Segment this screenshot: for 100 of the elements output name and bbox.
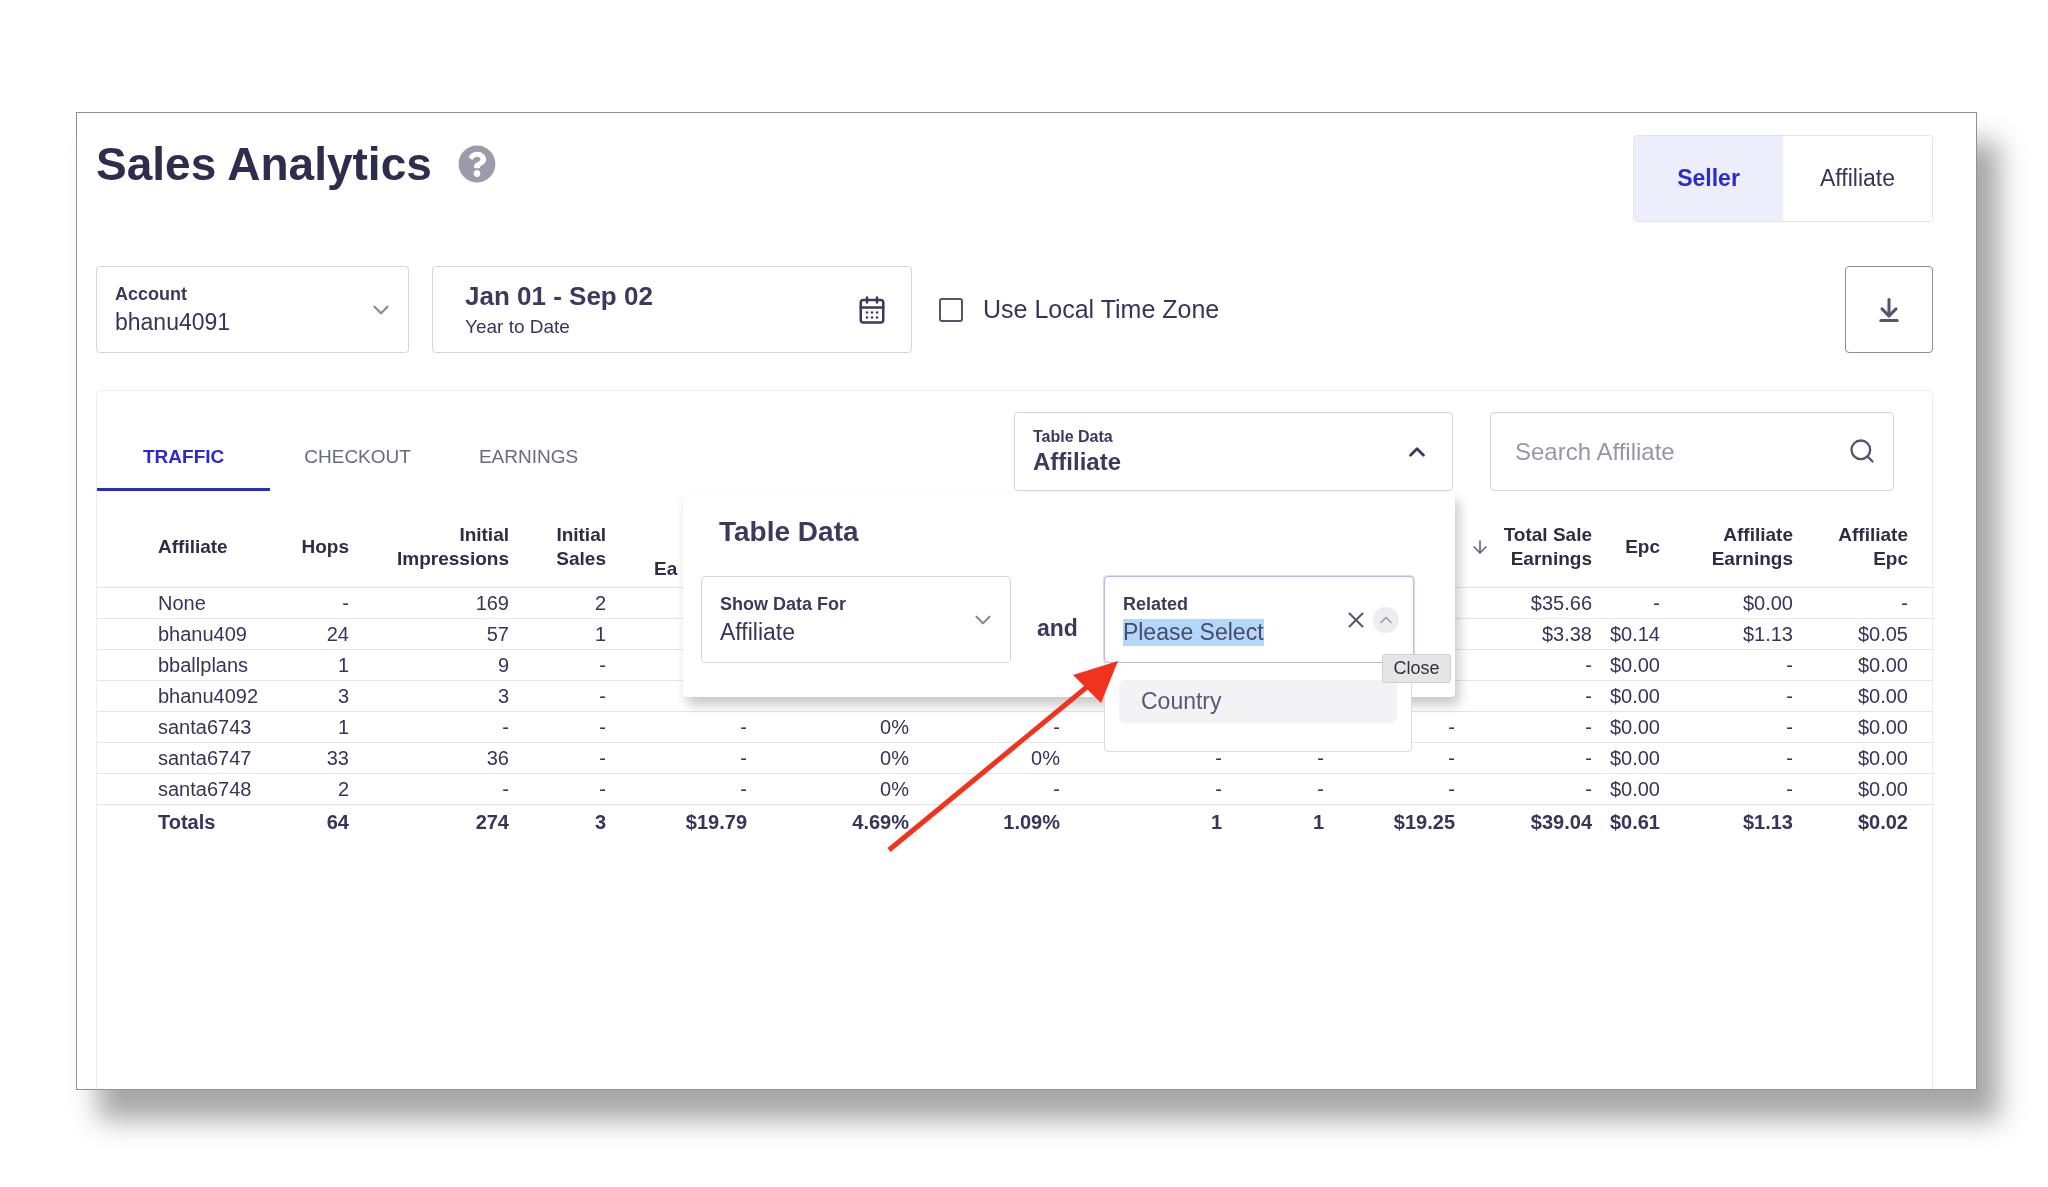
column-header[interactable]: Affiliate Earnings — [1711, 523, 1793, 571]
page-title: Sales Analytics — [96, 137, 432, 191]
column-header[interactable]: Affiliate Epc — [1838, 523, 1908, 571]
table-cell: - — [599, 746, 606, 769]
totals-cell: 4.69% — [852, 810, 909, 833]
account-select[interactable]: Account bhanu4091 — [96, 266, 409, 353]
table-cell: - — [1786, 715, 1793, 738]
table-cell: - — [1053, 715, 1060, 738]
table-cell: - — [1585, 777, 1592, 800]
view-toggle-button[interactable]: Seller — [1634, 136, 1783, 221]
checkbox-label: Use Local Time Zone — [983, 295, 1220, 324]
table-cell: bhanu4092 — [158, 684, 259, 707]
table-cell: 3 — [337, 684, 349, 707]
table-cell: - — [599, 653, 606, 676]
date-range-value: Jan 01 - Sep 02 — [465, 281, 653, 312]
table-cell: santa6747 — [158, 746, 252, 769]
table-cell: 33 — [326, 746, 349, 769]
search-icon — [1848, 437, 1876, 465]
column-header[interactable]: Hops — [301, 535, 349, 559]
table-cell: - — [1786, 777, 1793, 800]
table-cell: $0.05 — [1857, 622, 1908, 645]
tooltip: Close — [1382, 654, 1451, 683]
tab[interactable]: EARNINGS — [444, 412, 613, 491]
table-cell: - — [502, 777, 509, 800]
table-cell: - — [342, 591, 349, 614]
table-cell: 169 — [475, 591, 509, 614]
table-cell: - — [740, 715, 747, 738]
tab[interactable]: CHECKOUT — [270, 412, 445, 491]
totals-cell: 1 — [1312, 810, 1324, 833]
popup-title: Table Data — [719, 516, 860, 548]
tab[interactable]: TRAFFIC — [97, 412, 271, 491]
menu-option[interactable]: Country — [1119, 680, 1397, 723]
table-cell: - — [1786, 746, 1793, 769]
table-cell: - — [1448, 777, 1455, 800]
table-cell: - — [1448, 715, 1455, 738]
column-header[interactable]: Epc — [1625, 535, 1660, 559]
table-cell: - — [1215, 746, 1222, 769]
table-cell: - — [599, 777, 606, 800]
table-cell: - — [1317, 777, 1324, 800]
column-header[interactable]: Initial Impressions — [397, 523, 509, 571]
table-cell: - — [502, 715, 509, 738]
date-range-subtitle: Year to Date — [465, 316, 571, 338]
help-icon[interactable] — [457, 145, 496, 183]
column-header[interactable]: Total Sale Earnings — [1503, 523, 1592, 571]
table-cell: santa6743 — [158, 715, 252, 738]
table-data-select[interactable]: Table Data Affiliate — [1014, 412, 1453, 491]
totals-cell: 64 — [326, 810, 349, 833]
table-cell: 0% — [880, 777, 909, 800]
table-cell: - — [599, 715, 606, 738]
totals-cell: 1.09% — [1003, 810, 1060, 833]
search-field[interactable]: Search Affiliate — [1490, 412, 1894, 491]
table-cell: 9 — [497, 653, 509, 676]
totals-cell: $0.02 — [1857, 810, 1908, 833]
download-button[interactable] — [1845, 266, 1933, 353]
table-cell: - — [1215, 777, 1222, 800]
table-cell: - — [1786, 684, 1793, 707]
table-cell: $0.00 — [1857, 653, 1908, 676]
table-cell: $1.13 — [1742, 622, 1793, 645]
column-header[interactable]: Affiliate — [158, 535, 228, 559]
show-data-for-value: Affiliate — [720, 618, 796, 646]
calendar-icon — [857, 294, 887, 325]
table-cell: 1 — [337, 715, 349, 738]
column-header[interactable]: Ea — [654, 557, 678, 581]
table-cell: 36 — [486, 746, 509, 769]
totals-cell: $0.61 — [1609, 810, 1660, 833]
table-cell: - — [1448, 746, 1455, 769]
table-cell: - — [1585, 715, 1592, 738]
table-cell: - — [740, 777, 747, 800]
show-data-for-label: Show Data For — [720, 593, 846, 615]
table-cell: - — [1585, 746, 1592, 769]
table-cell: 2 — [337, 777, 349, 800]
table-cell: $0.00 — [1857, 684, 1908, 707]
table-cell: $0.00 — [1609, 777, 1660, 800]
table-cell: santa6748 — [158, 777, 252, 800]
related-value: Please Select — [1122, 618, 1264, 646]
totals-cell: 274 — [475, 810, 509, 833]
table-cell: $0.00 — [1609, 653, 1660, 676]
date-range-picker[interactable]: Jan 01 - Sep 02 Year to Date — [432, 266, 912, 353]
table-cell: None — [158, 591, 206, 614]
table-data-value: Affiliate — [1033, 447, 1121, 476]
table-cell: 1 — [337, 653, 349, 676]
table-cell: $0.14 — [1609, 622, 1660, 645]
table-cell: $35.66 — [1530, 591, 1592, 614]
table-cell: 57 — [486, 622, 509, 645]
table-cell: 0% — [880, 746, 909, 769]
show-data-for-select[interactable]: Show Data For Affiliate — [701, 576, 1011, 663]
table-cell: $3.38 — [1541, 622, 1592, 645]
table-cell: 1 — [594, 622, 606, 645]
table-cell: 0% — [880, 715, 909, 738]
table-cell: bballplans — [158, 653, 249, 676]
totals-cell: Totals — [158, 810, 216, 833]
checkbox[interactable] — [939, 297, 963, 322]
totals-cell: $19.25 — [1393, 810, 1455, 833]
table-cell: $0.00 — [1857, 715, 1908, 738]
totals-cell: 3 — [594, 810, 606, 833]
column-header[interactable]: Initial Sales — [556, 523, 606, 571]
table-cell: - — [1585, 684, 1592, 707]
table-cell: 3 — [497, 684, 509, 707]
table-cell: $0.00 — [1857, 777, 1908, 800]
totals-cell: 1 — [1210, 810, 1222, 833]
